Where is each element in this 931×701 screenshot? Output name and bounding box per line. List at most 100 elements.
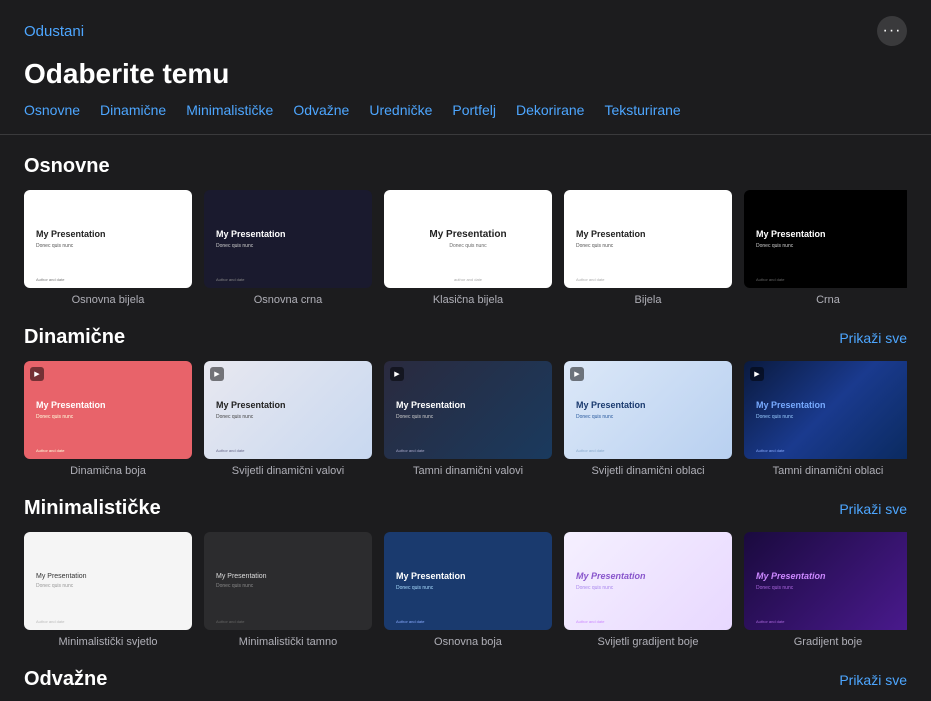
template-card-bijela[interactable]: My Presentation Donec quis nunc Author a… (564, 190, 732, 306)
template-card-min-svjetlo[interactable]: My Presentation Donec quis nunc Author a… (24, 532, 192, 648)
slide-preview: My Presentation Donec quis nunc Author a… (204, 190, 372, 288)
slide-preview: My Presentation Donec quis nunc Author a… (204, 532, 372, 630)
template-label: Minimalistički svjetlo (24, 636, 192, 648)
template-card-gradient-dark[interactable]: My Presentation Donec quis nunc Author a… (744, 532, 907, 648)
template-card-svijetli-oblaci[interactable]: ▶ My Presentation Donec quis nunc Author… (564, 361, 732, 477)
slide-title: My Presentation (576, 229, 720, 241)
cancel-button[interactable]: Odustani (24, 23, 84, 40)
tab-teksturirane[interactable]: Teksturirane (604, 102, 680, 118)
slide-subtitle: Donec quis nunc (756, 243, 793, 250)
template-thumb-osnovna-boja: My Presentation Donec quis nunc Author a… (384, 532, 552, 630)
template-card-gradient-light[interactable]: My Presentation Donec quis nunc Author a… (564, 532, 732, 648)
tab-dekorirane[interactable]: Dekorirane (516, 102, 584, 118)
slide-subtitle: Donec quis nunc (576, 414, 613, 421)
tab-osnovne[interactable]: Osnovne (24, 102, 80, 118)
slide-subtitle: Donec quis nunc (36, 583, 73, 590)
nav-tabs: Osnovne Dinamične Minimalističke Odvažne… (0, 102, 931, 135)
slide-subtitle: Donec quis nunc (576, 243, 720, 250)
template-label: Osnovna boja (384, 636, 552, 648)
template-grid-osnovne: My Presentation Donec quis nunc Author a… (24, 190, 907, 306)
slide-preview: My Presentation Donec quis nunc Author a… (744, 190, 907, 288)
tab-dinamicne[interactable]: Dinamične (100, 102, 166, 118)
template-thumb-klasicna-bijela: My Presentation Donec quis nunc author a… (384, 190, 552, 288)
slide-subtitle: Donec quis nunc (396, 585, 433, 592)
slide-preview: My Presentation Donec quis nunc author a… (384, 190, 552, 288)
slide-title: My Presentation (756, 229, 826, 241)
slide-title: My Presentation (36, 400, 106, 412)
template-label: Tamni dinamični oblaci (744, 465, 907, 477)
template-card-dinamicna-boja[interactable]: ▶ My Presentation Donec quis nunc Author… (24, 361, 192, 477)
main-content: Osnovne My Presentation Donec quis nunc … (0, 135, 931, 701)
template-thumb-gradient-dark: My Presentation Donec quis nunc Author a… (744, 532, 907, 630)
template-label: Svijetli dinamični oblaci (564, 465, 732, 477)
template-thumb-osnovna-bijela: My Presentation Donec quis nunc Author a… (24, 190, 192, 288)
template-label: Gradijent boje (744, 636, 907, 648)
tab-urednicke[interactable]: Uredničke (369, 102, 432, 118)
section-header-odvazne: Odvažne Prikaži sve (24, 668, 907, 691)
template-label: Svijetli dinamični valovi (204, 465, 372, 477)
template-label: Osnovna crna (204, 294, 372, 306)
tab-portfelj[interactable]: Portfelj (452, 102, 496, 118)
template-card-osnovna-boja[interactable]: My Presentation Donec quis nunc Author a… (384, 532, 552, 648)
template-thumb-gradient-light: My Presentation Donec quis nunc Author a… (564, 532, 732, 630)
slide-author: Author and date (396, 448, 424, 453)
slide-title: My Presentation (396, 400, 466, 412)
template-label: Tamni dinamični valovi (384, 465, 552, 477)
slide-title: My Presentation (216, 400, 286, 412)
slide-subtitle: Donec quis nunc (756, 585, 793, 592)
section-header-minimalisticke: Minimalističke Prikaži sve (24, 497, 907, 520)
template-label: Crna (744, 294, 907, 306)
slide-author: Author and date (216, 619, 244, 624)
template-card-svijetli-valovi[interactable]: ▶ My Presentation Donec quis nunc Author… (204, 361, 372, 477)
tab-minimalisticke[interactable]: Minimalističke (186, 102, 273, 118)
section-dinamicne: Dinamične Prikaži sve ▶ My Presentation … (24, 326, 907, 477)
more-options-button[interactable]: ··· (877, 16, 907, 46)
slide-author: Author and date (756, 277, 784, 282)
template-card-min-tamno[interactable]: My Presentation Donec quis nunc Author a… (204, 532, 372, 648)
template-card-tamni-valovi[interactable]: ▶ My Presentation Donec quis nunc Author… (384, 361, 552, 477)
slide-author: Author and date (36, 619, 64, 624)
section-title-dinamicne: Dinamične (24, 326, 125, 349)
play-icon: ▶ (570, 367, 584, 381)
slide-preview: ▶ My Presentation Donec quis nunc Author… (744, 361, 907, 459)
template-card-tamni-oblaci[interactable]: ▶ My Presentation Donec quis nunc Author… (744, 361, 907, 477)
template-card-klasicna-bijela[interactable]: My Presentation Donec quis nunc author a… (384, 190, 552, 306)
show-all-odvazne-button[interactable]: Prikaži sve (839, 672, 907, 688)
slide-author: Author and date (576, 619, 604, 624)
template-card-osnovna-bijela[interactable]: My Presentation Donec quis nunc Author a… (24, 190, 192, 306)
more-icon: ··· (883, 23, 902, 39)
slide-title: My Presentation (36, 572, 87, 581)
template-thumb-svijetli-valovi: ▶ My Presentation Donec quis nunc Author… (204, 361, 372, 459)
slide-preview: My Presentation Donec quis nunc Author a… (744, 532, 907, 630)
slide-subtitle: Donec quis nunc (396, 243, 540, 250)
slide-preview: My Presentation Donec quis nunc Author a… (24, 190, 192, 288)
play-icon: ▶ (30, 367, 44, 381)
show-all-minimalisticke-button[interactable]: Prikaži sve (839, 501, 907, 517)
template-thumb-tamni-valovi: ▶ My Presentation Donec quis nunc Author… (384, 361, 552, 459)
show-all-dinamicne-button[interactable]: Prikaži sve (839, 330, 907, 346)
slide-author: Author and date (216, 448, 244, 453)
slide-subtitle: Donec quis nunc (216, 414, 253, 421)
slide-preview: My Presentation Donec quis nunc Author a… (24, 532, 192, 630)
slide-preview: My Presentation Donec quis nunc Author a… (564, 532, 732, 630)
template-thumb-min-tamno: My Presentation Donec quis nunc Author a… (204, 532, 372, 630)
play-icon: ▶ (390, 367, 404, 381)
template-thumb-svijetli-oblaci: ▶ My Presentation Donec quis nunc Author… (564, 361, 732, 459)
section-minimalisticke: Minimalističke Prikaži sve My Presentati… (24, 497, 907, 648)
template-label: Bijela (564, 294, 732, 306)
slide-preview: ▶ My Presentation Donec quis nunc Author… (204, 361, 372, 459)
template-card-osnovna-crna[interactable]: My Presentation Donec quis nunc Author a… (204, 190, 372, 306)
template-thumb-osnovna-crna: My Presentation Donec quis nunc Author a… (204, 190, 372, 288)
tab-odvazne[interactable]: Odvažne (293, 102, 349, 118)
template-grid-dinamicne: ▶ My Presentation Donec quis nunc Author… (24, 361, 907, 477)
slide-author: Author and date (756, 448, 784, 453)
slide-subtitle: Donec quis nunc (396, 414, 433, 421)
template-label: Klasična bijela (384, 294, 552, 306)
template-label: Dinamična boja (24, 465, 192, 477)
template-thumb-bijela: My Presentation Donec quis nunc Author a… (564, 190, 732, 288)
template-thumb-dinamicna-boja: ▶ My Presentation Donec quis nunc Author… (24, 361, 192, 459)
template-card-crna[interactable]: My Presentation Donec quis nunc Author a… (744, 190, 907, 306)
slide-title: My Presentation (576, 400, 646, 412)
template-label: Osnovna bijela (24, 294, 192, 306)
slide-author: Author and date (756, 619, 784, 624)
